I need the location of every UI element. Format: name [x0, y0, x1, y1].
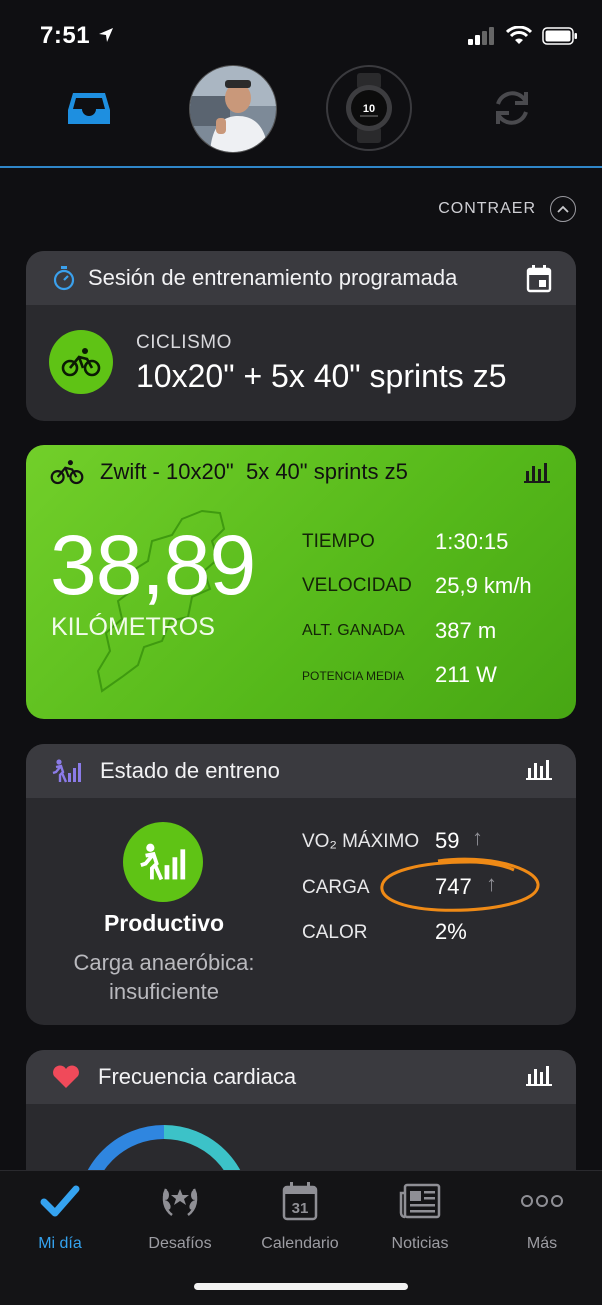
tab-label: Mi día [38, 1235, 82, 1252]
nav-divider [0, 166, 602, 168]
activity-card[interactable]: Zwift - 10x20" 5x 40" sprints z5 38,89 K… [26, 445, 576, 719]
chevron-up-icon [557, 205, 569, 213]
top-nav: 10 [0, 62, 602, 168]
stopwatch-icon [53, 266, 75, 291]
clock-text: 7:51 [40, 22, 91, 49]
inbox-button[interactable] [66, 90, 112, 133]
collapse-button[interactable] [550, 196, 576, 222]
wifi-icon [506, 26, 532, 44]
tab-label: Calendario [261, 1235, 339, 1252]
stat-value: 25,9 km/h [435, 573, 532, 598]
training-status-title: Estado de entreno [100, 758, 280, 783]
status-icons [468, 26, 578, 46]
collapse-control[interactable]: CONTRAER [438, 196, 576, 222]
svg-text:10: 10 [363, 103, 375, 115]
cellular-signal-icon [468, 27, 494, 45]
distance-unit: KILÓMETROS [51, 613, 215, 641]
stat-label: ALT. GANADA [302, 622, 405, 639]
training-status-label: Productivo [103, 910, 225, 936]
sync-button[interactable] [490, 86, 534, 135]
heart-icon [53, 1065, 79, 1088]
collapse-label: CONTRAER [438, 200, 536, 217]
home-indicator[interactable] [194, 1283, 408, 1290]
productive-badge [123, 822, 203, 902]
heart-rate-header: Frecuencia cardiaca [26, 1050, 576, 1104]
location-arrow-icon [99, 28, 114, 42]
tab-calendario[interactable]: 31 Calendario [240, 1181, 360, 1253]
distance-value: 38,89 [50, 518, 256, 612]
anaerobic-load-value: insuficiente [108, 979, 220, 1004]
tab-mi-dia[interactable]: Mi día [0, 1181, 120, 1253]
news-icon [399, 1183, 441, 1219]
highlight-circle-annotation [380, 857, 540, 912]
tab-label: Desafíos [148, 1235, 212, 1252]
cycling-badge [49, 330, 113, 394]
calendar-day: 31 [292, 1200, 309, 1217]
training-status-icon [52, 759, 81, 783]
tab-desafios[interactable]: Desafíos [120, 1181, 240, 1253]
stat-label: POTENCIA MEDIA [302, 669, 405, 683]
laurel-icon [162, 1188, 198, 1216]
metric-label: CALOR [302, 922, 368, 943]
heart-stats-button[interactable] [526, 1064, 552, 1091]
bike-icon [61, 348, 101, 377]
tab-label: Noticias [391, 1235, 449, 1252]
stat-label: VELOCIDAD [302, 575, 412, 596]
scheduled-workout-header: Sesión de entrenamiento programada [26, 251, 576, 305]
bar-chart-icon [526, 760, 552, 780]
inbox-icon [68, 93, 110, 124]
device-button[interactable]: 10 [326, 65, 412, 151]
metric-label: VO₂ MÁXIMO [302, 831, 420, 852]
scheduled-workout-card[interactable]: Sesión de entrenamiento programada CICLI… [26, 251, 576, 421]
heart-rate-title: Frecuencia cardiaca [98, 1064, 297, 1089]
watch-icon: 10 [346, 73, 392, 143]
activity-stats-button[interactable] [524, 461, 550, 488]
training-stats-button[interactable] [526, 758, 552, 785]
scheduled-workout-body: CICLISMO 10x20" + 5x 40" sprints z5 [26, 305, 576, 421]
metric-value: 2% [435, 919, 467, 944]
calendar-button[interactable] [526, 265, 552, 298]
status-bar: 7:51 [0, 0, 602, 70]
tab-noticias[interactable]: Noticias [360, 1181, 480, 1253]
battery-icon [542, 27, 577, 45]
trend-up-icon: ↑ [472, 825, 483, 850]
training-status-header: Estado de entreno [26, 744, 576, 798]
bar-chart-icon [526, 1066, 552, 1086]
metric-label: CARGA [302, 877, 370, 898]
metric-value: 59 [435, 828, 460, 853]
scheduled-sport: CICLISMO [136, 332, 232, 353]
training-status-icon [140, 843, 186, 881]
check-icon [40, 1185, 80, 1217]
training-status-subtitle: Carga anaeróbica: insuficiente [26, 948, 302, 1006]
training-status-card[interactable]: Estado de entreno Productivo Carga anaer… [26, 744, 576, 1025]
scheduled-workout-title: Sesión de entrenamiento programada [88, 265, 458, 290]
avatar [190, 66, 276, 152]
activity-header: Zwift - 10x20" 5x 40" sprints z5 [50, 459, 408, 485]
anaerobic-load-label: Carga anaeróbica: [73, 950, 255, 975]
tab-label: Más [526, 1235, 558, 1252]
bar-chart-icon [524, 463, 550, 483]
sync-icon [496, 91, 528, 125]
activity-title: Zwift - 10x20" 5x 40" sprints z5 [100, 459, 408, 484]
calendar-icon [526, 265, 552, 293]
bike-icon [50, 460, 84, 485]
stat-value: 387 m [435, 618, 497, 643]
profile-avatar[interactable] [189, 65, 277, 153]
more-icon [521, 1195, 563, 1207]
tab-mas[interactable]: Más [482, 1181, 602, 1253]
calendar-icon: 31 [282, 1182, 318, 1221]
status-time: 7:51 [40, 22, 115, 50]
stat-value: 1:30:15 [435, 529, 509, 554]
stat-value: 211 W [435, 662, 497, 687]
stat-label: TIEMPO [302, 531, 375, 552]
scheduled-workout-name: 10x20" + 5x 40" sprints z5 [136, 358, 507, 394]
